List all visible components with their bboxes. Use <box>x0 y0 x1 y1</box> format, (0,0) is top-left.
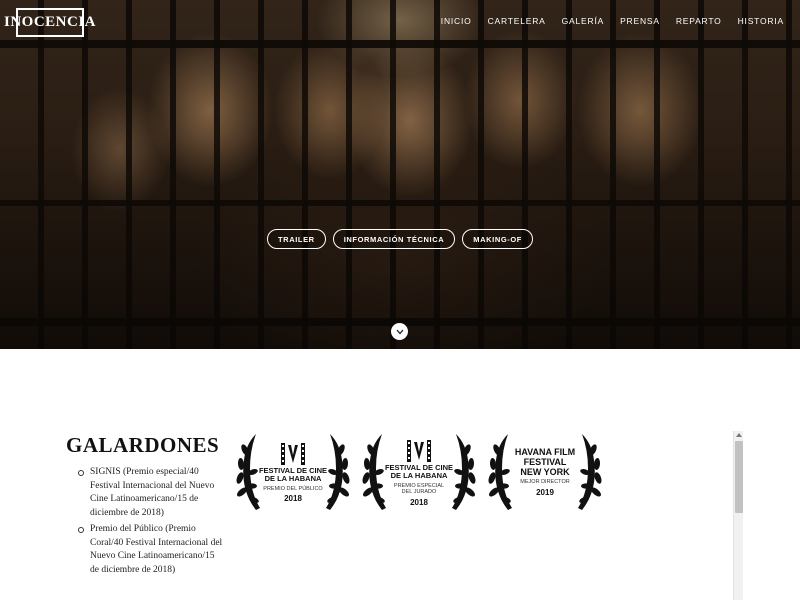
laurel-badge: FESTIVAL DE CINE DE LA HABANA PREMIO DEL… <box>236 430 350 514</box>
site-logo[interactable]: INOCENCIA <box>4 8 96 37</box>
trailer-button[interactable]: TRAILER <box>267 229 326 249</box>
scroll-thumb[interactable] <box>735 441 743 513</box>
awards-list: SIGNIS (Premio especial/40 Festival Inte… <box>72 466 224 580</box>
hero-banner: INOCENCIA INICIO CARTELERA GALERÍA PRENS… <box>0 0 800 349</box>
scroll-up-arrow-icon[interactable] <box>736 433 742 437</box>
scroll-down-button[interactable] <box>391 323 408 340</box>
film-festival-emblem-icon <box>407 439 431 462</box>
nav-item-cartelera[interactable]: CARTELERA <box>488 16 546 26</box>
hero-button-group: TRAILER INFORMACIÓN TÉCNICA MAKING-OF <box>0 229 800 249</box>
nav-item-galeria[interactable]: GALERÍA <box>562 16 604 26</box>
nav-item-prensa[interactable]: PRENSA <box>620 16 660 26</box>
film-festival-emblem-icon <box>281 442 305 465</box>
laurel-badges: FESTIVAL DE CINE DE LA HABANA PREMIO DEL… <box>236 430 602 514</box>
awards-heading: GALARDONES <box>66 433 220 457</box>
main-nav: INICIO CARTELERA GALERÍA PRENSA REPARTO … <box>441 16 784 26</box>
laurel-badge: HAVANA FILM FESTIVAL NEW YORK MEJOR DIRE… <box>488 430 602 514</box>
technical-info-button[interactable]: INFORMACIÓN TÉCNICA <box>332 229 456 249</box>
list-item: Premio del Público (Premio Coral/40 Fest… <box>72 523 224 577</box>
nav-item-historia[interactable]: HISTORIA <box>738 16 784 26</box>
nav-item-reparto[interactable]: REPARTO <box>676 16 722 26</box>
making-of-button[interactable]: MAKING-OF <box>462 229 533 249</box>
nav-item-inicio[interactable]: INICIO <box>441 16 472 26</box>
laurel-badge: FESTIVAL DE CINE DE LA HABANA PREMIO ESP… <box>362 430 476 514</box>
list-item: SIGNIS (Premio especial/40 Festival Inte… <box>72 466 224 520</box>
chevron-down-icon <box>396 329 403 334</box>
laurels-scrollbar[interactable] <box>733 431 743 600</box>
